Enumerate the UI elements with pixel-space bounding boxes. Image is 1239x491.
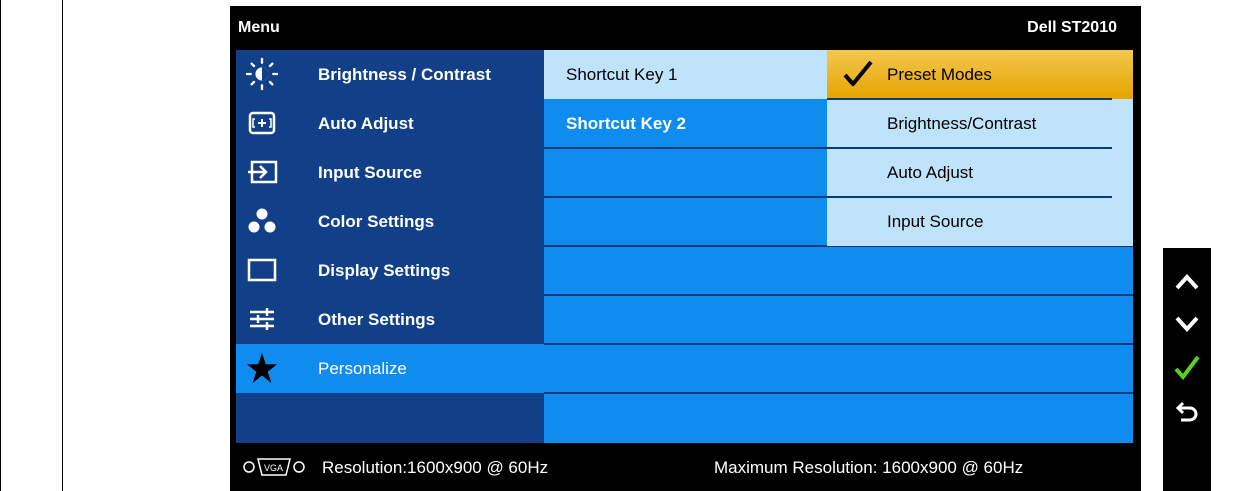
option-input-source[interactable]: Input Source	[827, 197, 1133, 246]
brightness-icon	[246, 57, 278, 91]
option-label: Preset Modes	[887, 65, 992, 84]
row-separator	[827, 196, 1112, 198]
svg-text:VGA: VGA	[264, 463, 283, 473]
submenu-item-shortcut-key-2[interactable]: Shortcut Key 2	[544, 99, 827, 148]
page-border-inner	[62, 0, 63, 491]
menu-item-input-source[interactable]: Input Source	[236, 148, 544, 197]
row-separator	[544, 343, 1133, 345]
menu-item-label: Input Source	[318, 163, 422, 182]
menu-item-label: Brightness / Contrast	[318, 65, 491, 84]
row-separator	[827, 98, 1112, 100]
max-resolution-text: Maximum Resolution: 1600x900 @ 60Hz	[714, 458, 1024, 477]
osd-main-area: Brightness / Contrast Auto Adjust Input …	[236, 50, 1133, 443]
menu-item-auto-adjust[interactable]: Auto Adjust	[236, 99, 544, 148]
back-button[interactable]	[1173, 398, 1201, 426]
menu-item-label: Color Settings	[318, 212, 435, 231]
menu-item-label: Other Settings	[318, 310, 436, 329]
option-label: Brightness/Contrast	[887, 114, 1037, 133]
row-separator	[544, 294, 1133, 296]
menu-item-label: Display Settings	[318, 261, 451, 280]
color-settings-icon	[246, 205, 278, 237]
row-separator	[544, 392, 1133, 394]
submenu-item-label: Shortcut Key 1	[566, 65, 678, 84]
main-menu: Brightness / Contrast Auto Adjust Input …	[236, 50, 544, 443]
osd-title-bar: Menu Dell ST2010	[236, 6, 1133, 50]
resolution-text: Resolution:1600x900 @ 60Hz	[322, 458, 549, 477]
status-bar: VGA Resolution:1600x900 @ 60Hz Maximum R…	[236, 443, 1133, 491]
row-separator	[827, 147, 1112, 149]
row-separator	[544, 147, 827, 149]
monitor-model: Dell ST2010	[1027, 19, 1117, 36]
option-label: Auto Adjust	[887, 163, 974, 182]
vga-connector-icon: VGA	[242, 457, 306, 482]
option-brightness-contrast[interactable]: Brightness/Contrast	[827, 99, 1133, 148]
display-settings-icon	[246, 254, 278, 286]
checkmark-icon	[1174, 355, 1200, 381]
osd-menu-panel: Menu Dell ST2010 Brightness / Contrast A…	[230, 6, 1141, 491]
options-list: Preset Modes Brightness/Contrast Auto Ad…	[827, 50, 1133, 246]
menu-item-personalize[interactable]: Personalize	[236, 344, 544, 393]
submenu-item-shortcut-key-1[interactable]: Shortcut Key 1	[544, 50, 827, 99]
up-button[interactable]	[1173, 268, 1201, 296]
menu-item-display-settings[interactable]: Display Settings	[236, 246, 544, 295]
row-separator	[544, 196, 827, 198]
auto-adjust-icon	[246, 107, 278, 139]
menu-title: Menu	[238, 19, 280, 36]
other-settings-icon	[246, 303, 278, 335]
option-preset-modes[interactable]: Preset Modes	[827, 50, 1133, 99]
menu-item-brightness-contrast[interactable]: Brightness / Contrast	[236, 50, 544, 99]
page-border-left	[0, 0, 1, 491]
chevron-up-icon	[1175, 274, 1199, 290]
menu-item-label: Personalize	[318, 359, 407, 378]
submenu-item-label: Shortcut Key 2	[566, 114, 686, 133]
menu-item-label: Auto Adjust	[318, 114, 414, 133]
osd-button-bar	[1163, 248, 1211, 491]
menu-item-color-settings[interactable]: Color Settings	[236, 197, 544, 246]
option-label: Input Source	[887, 212, 984, 231]
back-arrow-icon	[1175, 401, 1198, 422]
chevron-down-icon	[1175, 316, 1199, 332]
ok-button[interactable]	[1173, 354, 1201, 382]
star-icon	[246, 352, 278, 384]
input-source-icon	[246, 156, 278, 188]
menu-item-other-settings[interactable]: Other Settings	[236, 295, 544, 344]
option-auto-adjust[interactable]: Auto Adjust	[827, 148, 1133, 197]
checkmark-icon	[843, 60, 873, 93]
down-button[interactable]	[1173, 310, 1201, 338]
